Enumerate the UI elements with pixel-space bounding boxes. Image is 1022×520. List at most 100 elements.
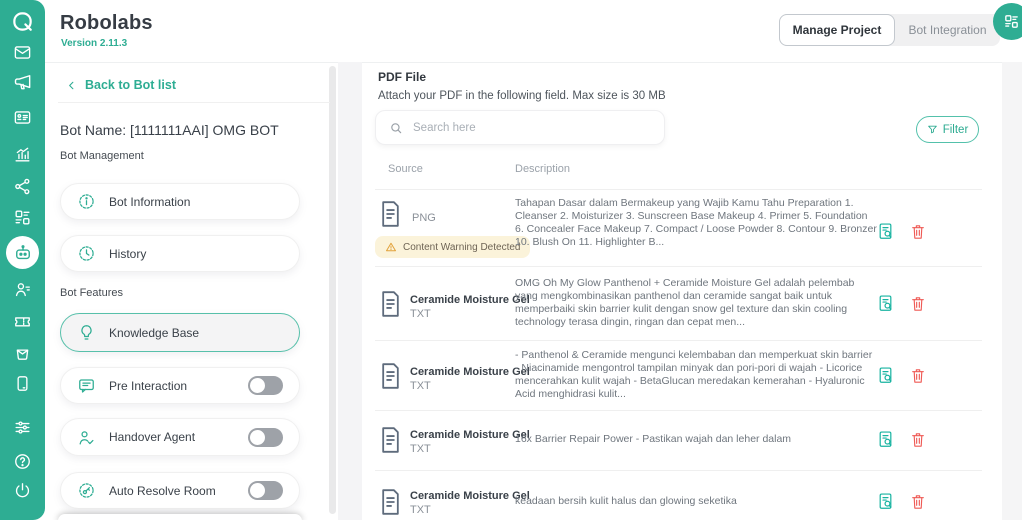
search-input[interactable]	[411, 121, 664, 135]
rail-item-integrations[interactable]	[0, 177, 45, 196]
page-title: Robolabs	[60, 12, 153, 35]
filter-funnel-icon	[927, 124, 938, 135]
contact-icon	[13, 280, 32, 299]
icon-rail	[0, 0, 45, 520]
rail-item-home[interactable]	[0, 10, 45, 33]
menu-history[interactable]: History	[60, 235, 300, 272]
right-gutter	[1002, 62, 1022, 520]
info-icon	[77, 192, 96, 211]
auto-resolve-room-toggle[interactable]	[248, 481, 283, 500]
rail-item-analytics[interactable]	[0, 145, 45, 164]
filter-button[interactable]: Filter	[916, 116, 979, 143]
delete-document-button[interactable]	[910, 367, 926, 385]
tab-manage-project[interactable]: Manage Project	[779, 14, 895, 46]
share-network-icon	[13, 177, 32, 196]
row-source-type: TXT	[410, 443, 431, 455]
rail-item-apps[interactable]	[0, 208, 45, 227]
menu-pre-interaction-label: Pre Interaction	[109, 379, 187, 393]
row-description: - Panthenol & Ceramide mengunci kelembab…	[515, 349, 877, 401]
row-description: Tahapan Dasar dalam Bermakeup yang Wajib…	[515, 197, 877, 249]
delete-document-button[interactable]	[910, 431, 926, 449]
file-icon	[377, 361, 404, 391]
panel-divider	[338, 62, 362, 520]
rail-item-settings[interactable]	[0, 418, 45, 437]
pdf-file-subtitle: Attach your PDF in the following field. …	[378, 90, 666, 102]
divider	[375, 470, 982, 471]
pre-interaction-toggle[interactable]	[248, 376, 283, 395]
menu-history-label: History	[109, 247, 146, 261]
robolabs-app: Robolabs Version 2.11.3 Manage Project B…	[0, 0, 1022, 520]
row-source-name: PNG	[412, 212, 436, 224]
delete-document-button[interactable]	[910, 223, 926, 241]
row-source-name: Ceramide Moisture Gel	[410, 490, 530, 502]
back-to-bot-list-label: Back to Bot list	[85, 78, 176, 92]
divider	[375, 340, 982, 341]
menu-auto-resolve-room[interactable]: Auto Resolve Room	[60, 472, 300, 509]
file-icon	[377, 199, 404, 229]
left-panel-scrollbar[interactable]	[329, 66, 336, 514]
row-source-type: TXT	[410, 504, 431, 516]
app-version: Version 2.11.3	[61, 38, 127, 49]
view-document-button[interactable]	[877, 430, 894, 449]
mail-icon	[13, 43, 32, 62]
handover-agent-toggle[interactable]	[248, 428, 283, 447]
power-icon	[13, 481, 32, 500]
column-header-description: Description	[515, 163, 570, 175]
tab-bot-integration-label: Bot Integration	[908, 23, 986, 37]
active-rail-highlight	[6, 236, 39, 269]
chevron-left-icon	[66, 80, 77, 91]
view-document-button[interactable]	[877, 222, 894, 241]
back-to-bot-list-link[interactable]: Back to Bot list	[66, 78, 176, 92]
view-document-button[interactable]	[877, 294, 894, 313]
lightbulb-icon	[77, 323, 96, 342]
rail-item-logout[interactable]	[0, 481, 45, 500]
row-source-name: Ceramide Moisture Gel	[410, 429, 530, 441]
view-document-button[interactable]	[877, 492, 894, 511]
row-source-type: TXT	[410, 380, 431, 392]
next-menu-item-partial	[58, 514, 302, 520]
view-document-button[interactable]	[877, 366, 894, 385]
warning-triangle-icon	[385, 241, 397, 253]
tab-manage-project-label: Manage Project	[793, 23, 882, 37]
delete-document-button[interactable]	[910, 295, 926, 313]
rail-item-broadcast[interactable]	[0, 72, 45, 92]
row-source-type: TXT	[410, 308, 431, 320]
menu-bot-information[interactable]: Bot Information	[60, 183, 300, 220]
menu-pre-interaction[interactable]: Pre Interaction	[60, 367, 300, 404]
rail-item-mobile[interactable]	[0, 374, 45, 393]
apps-launcher-button[interactable]	[993, 3, 1022, 40]
menu-handover-agent[interactable]: Handover Agent	[60, 418, 300, 456]
chat-bubble-icon	[77, 376, 96, 395]
column-header-source: Source	[388, 163, 423, 175]
auto-resolve-icon	[77, 481, 96, 500]
filter-button-label: Filter	[943, 124, 969, 136]
rail-item-inbox[interactable]	[0, 343, 45, 362]
row-source-name: Ceramide Moisture Gel	[410, 366, 530, 378]
search-box	[375, 110, 665, 145]
rail-item-contacts-card[interactable]	[0, 108, 45, 127]
history-clock-icon	[77, 244, 96, 263]
file-icon	[377, 487, 404, 517]
rail-item-mail[interactable]	[0, 43, 45, 62]
delete-document-button[interactable]	[910, 493, 926, 511]
mobile-icon	[13, 374, 32, 393]
tab-bot-integration[interactable]: Bot Integration	[895, 14, 1000, 46]
divider	[375, 410, 982, 411]
rail-item-tickets[interactable]	[0, 312, 45, 331]
rail-item-help[interactable]	[0, 452, 45, 471]
divider	[375, 266, 982, 267]
search-icon	[389, 121, 403, 135]
divider	[58, 102, 330, 103]
menu-knowledge-base-label: Knowledge Base	[109, 326, 199, 340]
row-description: 16x Barrier Repair Power - Pastikan waja…	[515, 433, 877, 446]
megaphone-icon	[13, 72, 33, 92]
menu-knowledge-base[interactable]: Knowledge Base	[60, 313, 300, 352]
row-source-name: Ceramide Moisture Gel	[410, 294, 530, 306]
content-warning-badge: Content Warning Detected	[375, 236, 530, 258]
bot-name-label: Bot Name: [1111111AAI] OMG BOT	[60, 122, 279, 138]
row-description: keadaan bersih kulit halus dan glowing s…	[515, 495, 877, 508]
agent-check-icon	[77, 428, 96, 447]
rail-item-agents[interactable]	[0, 280, 45, 299]
robot-icon	[13, 243, 33, 263]
file-icon	[377, 289, 404, 319]
